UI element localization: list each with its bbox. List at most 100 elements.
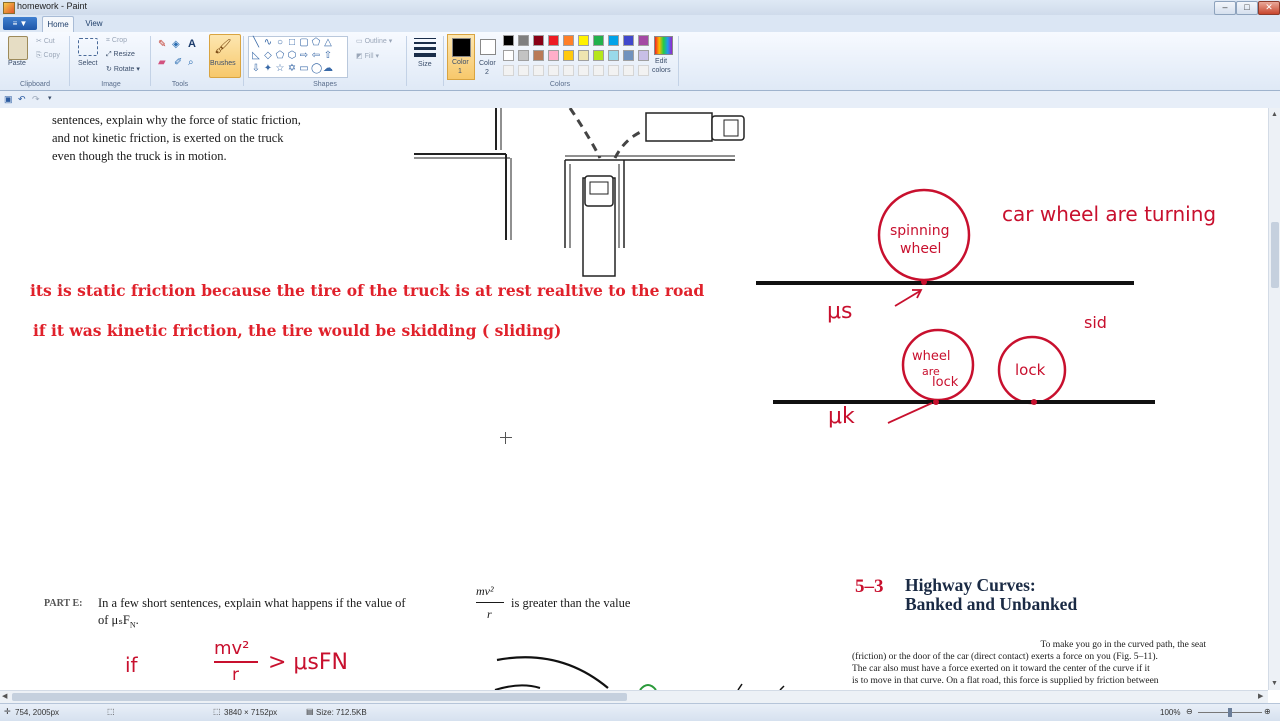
color2-button[interactable]: Color 2	[476, 34, 500, 78]
up-arrow-shape-icon[interactable]: ⇧	[323, 51, 333, 61]
fill-button[interactable]: ◩ Fill ▾	[356, 52, 379, 60]
zoom-slider-thumb[interactable]	[1228, 708, 1232, 717]
save-icon[interactable]: ▣	[4, 94, 13, 105]
color-picker-icon[interactable]: ✐	[174, 57, 182, 68]
close-button[interactable]: ✕	[1258, 1, 1280, 15]
horizontal-scrollbar[interactable]: ◀ ▶	[0, 690, 1268, 703]
edit-colors-label[interactable]: Edit	[655, 58, 667, 65]
select-button[interactable]: Select	[78, 60, 97, 67]
crop-button[interactable]: ⌗ Crop	[106, 37, 127, 45]
custom-palette-swatch[interactable]	[548, 65, 559, 76]
edit-colors-icon[interactable]	[654, 36, 673, 55]
vertical-scroll-thumb[interactable]	[1271, 222, 1279, 288]
cut-button[interactable]: ✂ Cut	[36, 37, 55, 45]
minimize-button[interactable]: –	[1214, 1, 1236, 15]
palette-swatch[interactable]	[638, 35, 649, 46]
palette-swatch[interactable]	[608, 35, 619, 46]
rounded-rect-shape-icon[interactable]: ▢	[299, 38, 309, 48]
pentagon-shape-icon[interactable]: ⬠	[275, 51, 285, 61]
palette-swatch[interactable]	[533, 35, 544, 46]
paste-icon[interactable]	[8, 36, 28, 60]
zoom-in-icon[interactable]: ⊕	[1264, 707, 1271, 716]
right-triangle-shape-icon[interactable]: ◺	[251, 51, 261, 61]
palette-swatch[interactable]	[578, 50, 589, 61]
triangle-shape-icon[interactable]: △	[323, 38, 333, 48]
edit-colors-label-2[interactable]: colors	[652, 67, 671, 74]
palette-swatch[interactable]	[578, 35, 589, 46]
down-arrow-shape-icon[interactable]: ⇩	[251, 64, 261, 74]
file-menu-button[interactable]: ≡ ▼	[3, 17, 37, 30]
scroll-down-icon[interactable]: ▼	[1271, 680, 1278, 687]
size-button[interactable]: Size	[418, 61, 432, 68]
palette-swatch[interactable]	[608, 50, 619, 61]
palette-swatch[interactable]	[563, 50, 574, 61]
palette-swatch[interactable]	[518, 35, 529, 46]
oval-callout-icon[interactable]: ◯	[311, 64, 322, 74]
rotate-button[interactable]: ↻ Rotate ▾	[106, 65, 140, 73]
palette-swatch[interactable]	[503, 50, 514, 61]
custom-palette-swatch[interactable]	[533, 65, 544, 76]
polygon-shape-icon[interactable]: ⬠	[311, 38, 321, 48]
custom-palette-swatch[interactable]	[503, 65, 514, 76]
custom-palette-swatch[interactable]	[563, 65, 574, 76]
palette-swatch[interactable]	[518, 50, 529, 61]
custom-palette-swatch[interactable]	[638, 65, 649, 76]
callout-shape-icon[interactable]: ▭	[299, 64, 309, 74]
horizontal-scroll-thumb[interactable]	[12, 693, 627, 701]
vertical-scrollbar[interactable]: ▲ ▼	[1268, 108, 1280, 690]
four-point-star-icon[interactable]: ✦	[263, 64, 273, 74]
cloud-callout-icon[interactable]: ☁	[323, 64, 333, 74]
paste-button[interactable]: Paste	[8, 60, 26, 67]
customize-qat-icon[interactable]: ▾	[48, 94, 52, 102]
palette-swatch[interactable]	[593, 50, 604, 61]
outline-button[interactable]: ▭ Outline ▾	[356, 37, 392, 45]
palette-swatch[interactable]	[533, 50, 544, 61]
custom-palette-swatch[interactable]	[608, 65, 619, 76]
custom-palette-swatch[interactable]	[623, 65, 634, 76]
tab-view[interactable]: View	[80, 16, 108, 32]
shapes-gallery[interactable]: ╲ ∿ ○ □ ▢ ⬠ △ ◺ ◇ ⬠ ⬡ ⇨ ⇦ ⇧ ⇩ ✦ ☆ ✡ ▭ ◯ …	[248, 36, 348, 78]
palette-swatch[interactable]	[623, 50, 634, 61]
drawing-canvas[interactable]: sentences, explain why the force of stat…	[0, 108, 1268, 690]
text-tool-icon[interactable]: A	[188, 38, 196, 50]
palette-swatch[interactable]	[623, 35, 634, 46]
undo-icon[interactable]: ↶	[18, 94, 26, 105]
palette-swatch[interactable]	[503, 35, 514, 46]
color1-button[interactable]: Color 1	[447, 34, 475, 80]
palette-swatch[interactable]	[548, 50, 559, 61]
zoom-out-icon[interactable]: ⊖	[1186, 707, 1193, 716]
copy-button[interactable]: ⎘ Copy	[36, 52, 60, 60]
scroll-up-icon[interactable]: ▲	[1271, 111, 1278, 118]
right-arrow-shape-icon[interactable]: ⇨	[299, 51, 309, 61]
rectangle-shape-icon[interactable]: □	[287, 38, 297, 48]
left-arrow-shape-icon[interactable]: ⇦	[311, 51, 321, 61]
maximize-button[interactable]: □	[1236, 1, 1258, 15]
custom-palette-swatch[interactable]	[578, 65, 589, 76]
oval-shape-icon[interactable]: ○	[275, 38, 285, 48]
pencil-icon[interactable]: ✎	[158, 39, 166, 50]
custom-palette-swatch[interactable]	[518, 65, 529, 76]
curve-shape-icon[interactable]: ∿	[263, 38, 273, 48]
hexagon-shape-icon[interactable]: ⬡	[287, 51, 297, 61]
eraser-icon[interactable]: ▰	[158, 57, 166, 68]
diamond-shape-icon[interactable]: ◇	[263, 51, 273, 61]
six-point-star-icon[interactable]: ✡	[287, 64, 297, 74]
line-shape-icon[interactable]: ╲	[251, 38, 261, 48]
palette-swatch[interactable]	[548, 35, 559, 46]
palette-swatch[interactable]	[593, 35, 604, 46]
select-icon[interactable]	[78, 38, 98, 56]
palette-swatch[interactable]	[563, 35, 574, 46]
scroll-left-icon[interactable]: ◀	[2, 692, 7, 700]
fill-bucket-icon[interactable]: ◈	[172, 39, 180, 50]
redo-icon[interactable]: ↷	[32, 94, 40, 105]
resize-button[interactable]: ⤢ Resize	[106, 51, 135, 59]
custom-palette-swatch[interactable]	[593, 65, 604, 76]
five-point-star-icon[interactable]: ☆	[275, 64, 285, 74]
part-e-text-1: In a few short sentences, explain what h…	[98, 596, 406, 610]
palette-swatch[interactable]	[638, 50, 649, 61]
paint-app-icon[interactable]	[3, 2, 15, 14]
tab-home[interactable]: Home	[42, 16, 74, 33]
size-icon[interactable]	[414, 38, 436, 57]
magnifier-icon[interactable]: ⌕	[188, 57, 194, 68]
scroll-right-icon[interactable]: ▶	[1258, 692, 1263, 700]
